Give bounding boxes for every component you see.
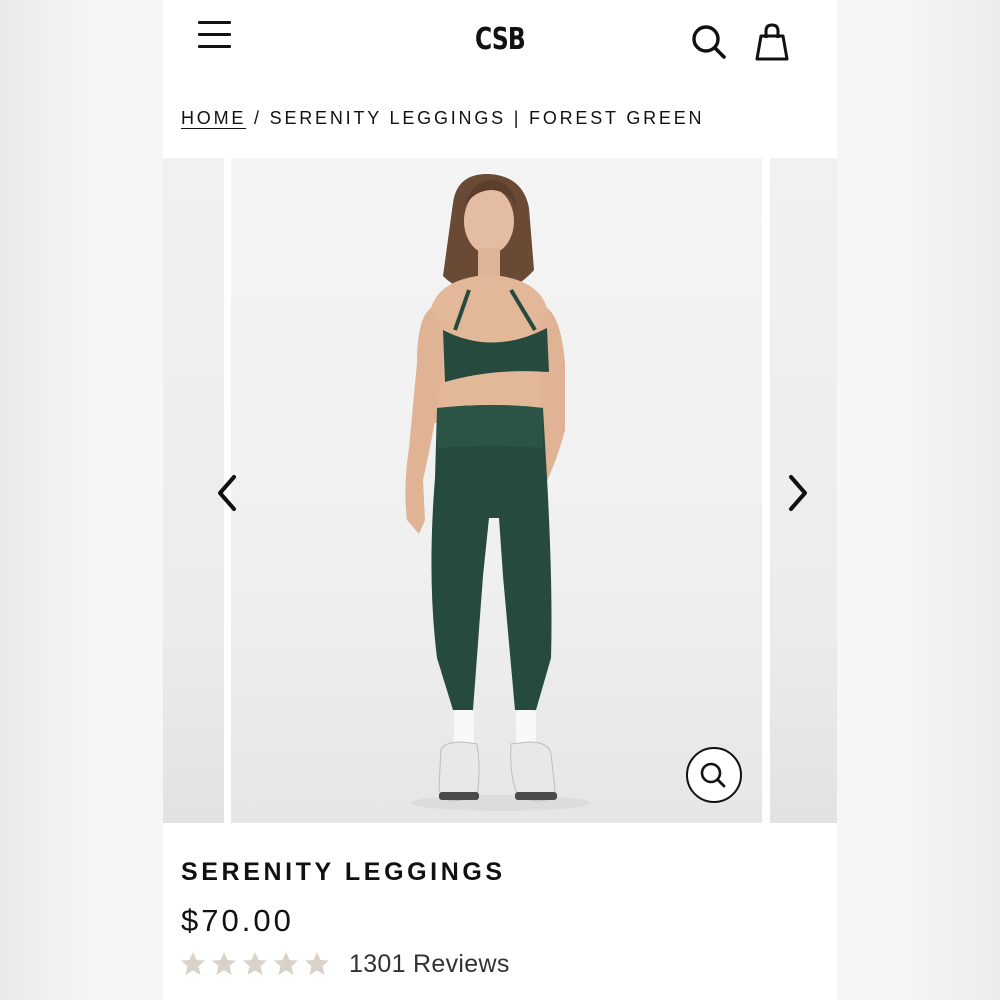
next-image-button[interactable] [783,472,813,516]
cart-button[interactable] [753,22,791,64]
magnifier-icon [700,762,726,788]
model-photo [405,173,591,811]
chevron-left-icon [218,475,236,511]
search-button[interactable] [690,22,730,62]
shopping-bag-icon [755,23,789,61]
product-image[interactable] [231,158,762,823]
product-image-carousel[interactable] [163,158,837,823]
breadcrumb-current: SERENITY LEGGINGS | FOREST GREEN [269,108,705,128]
star-icon [181,952,205,975]
star-icon [274,952,298,975]
star-icon [305,952,329,975]
breadcrumb-separator: / [254,108,262,128]
star-icon [212,952,236,975]
search-icon [692,25,726,59]
breadcrumb: HOME / SERENITY LEGGINGS | FOREST GREEN [181,108,704,129]
product-rating[interactable]: 1301 Reviews [180,946,510,982]
hamburger-menu-icon [198,33,231,36]
hamburger-menu-icon [198,21,231,24]
site-logo[interactable]: CSB [461,22,539,57]
star-icon [243,952,267,975]
reviews-link[interactable]: 1301 Reviews [349,950,510,979]
product-price: $70.00 [181,903,294,938]
chevron-right-icon [789,475,807,511]
hamburger-menu-icon [198,45,231,48]
zoom-button[interactable] [686,747,742,803]
product-page: CSB HOME / SERENITY LEGGINGS | FOREST GR… [163,0,837,1000]
site-header: CSB [163,0,837,90]
product-title: SERENITY LEGGINGS [181,858,506,886]
menu-button[interactable] [196,18,234,52]
breadcrumb-home-link[interactable]: HOME [181,108,246,128]
previous-image-button[interactable] [213,472,243,516]
